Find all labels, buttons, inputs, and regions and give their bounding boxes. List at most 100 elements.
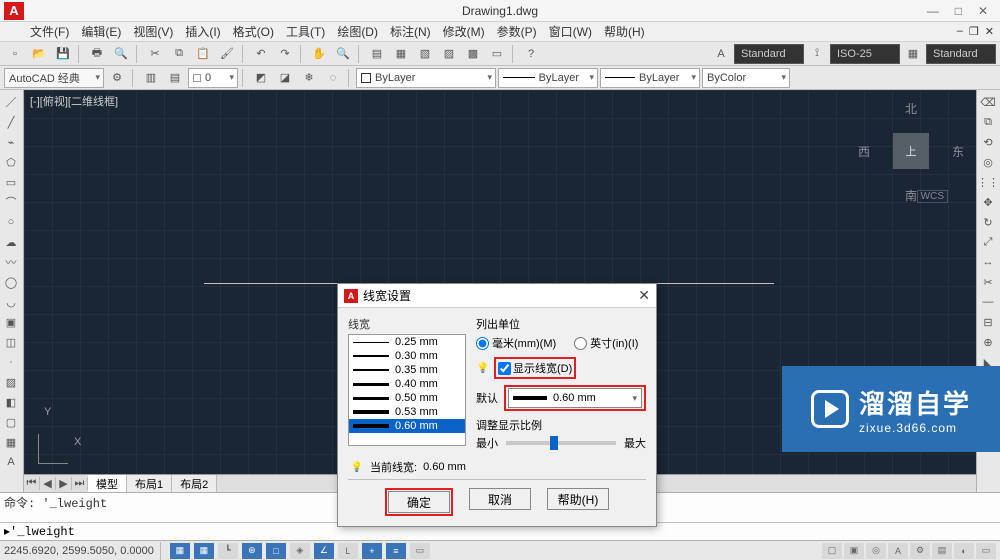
markup-icon[interactable]: ▩: [462, 44, 484, 64]
print-icon[interactable]: 🖶: [86, 44, 108, 64]
mirror-icon[interactable]: ⟲: [977, 132, 999, 152]
color-select[interactable]: ByLayer: [356, 68, 496, 88]
cut-icon[interactable]: ✂: [144, 44, 166, 64]
child-restore-icon[interactable]: ❐: [969, 25, 979, 38]
lineweight-item[interactable]: 0.35 mm: [349, 363, 465, 377]
layer-freeze-icon[interactable]: ❄: [298, 68, 320, 88]
show-lineweight-checkbox[interactable]: [498, 362, 511, 375]
toolpalette-icon[interactable]: ▧: [414, 44, 436, 64]
redo-icon[interactable]: ↷: [274, 44, 296, 64]
tab-layout2[interactable]: 布局2: [172, 475, 217, 492]
arc-icon[interactable]: ⌒: [0, 192, 22, 212]
annoscale-toggle[interactable]: A: [888, 543, 908, 559]
lineweight-item[interactable]: 0.40 mm: [349, 377, 465, 391]
clean-toggle[interactable]: ▭: [976, 543, 996, 559]
menu-help[interactable]: 帮助(H): [604, 23, 645, 40]
properties-icon[interactable]: ▤: [366, 44, 388, 64]
tab-next-icon[interactable]: ▶: [56, 477, 72, 490]
snap-toggle[interactable]: ▦: [170, 543, 190, 559]
lineweight-item[interactable]: 0.25 mm: [349, 335, 465, 349]
designcenter-icon[interactable]: ▦: [390, 44, 412, 64]
copy-tool-icon[interactable]: ⧉: [977, 112, 999, 132]
viewcube[interactable]: 北 南 西 东 上: [866, 106, 956, 196]
radio-mm-input[interactable]: [476, 337, 489, 350]
dialog-titlebar[interactable]: A 线宽设置 ✕: [338, 284, 656, 308]
osnap-toggle[interactable]: □: [266, 543, 286, 559]
extend-icon[interactable]: —: [977, 292, 999, 312]
menu-insert[interactable]: 插入(I): [185, 23, 220, 40]
preview-icon[interactable]: 🔍: [110, 44, 132, 64]
menu-format[interactable]: 格式(O): [233, 23, 274, 40]
layer-uniso-icon[interactable]: ◪: [274, 68, 296, 88]
pan-icon[interactable]: ✋: [308, 44, 330, 64]
mtext-icon[interactable]: A: [0, 452, 22, 472]
stretch-icon[interactable]: ↔: [977, 252, 999, 272]
spline-icon[interactable]: 〰: [0, 252, 22, 272]
lineweight-listbox[interactable]: 0.25 mm0.30 mm0.35 mm0.40 mm0.50 mm0.53 …: [348, 334, 466, 446]
menu-parametric[interactable]: 参数(P): [497, 23, 537, 40]
tab-first-icon[interactable]: ⏮: [24, 477, 40, 490]
maximize-icon[interactable]: □: [955, 4, 962, 18]
radio-inch[interactable]: 英寸(in)(I): [574, 335, 638, 351]
paste-icon[interactable]: 📋: [192, 44, 214, 64]
otrack-toggle[interactable]: ∠: [314, 543, 334, 559]
join-icon[interactable]: ⊕: [977, 332, 999, 352]
linetype-select[interactable]: ByLayer: [498, 68, 598, 88]
viewcube-east[interactable]: 东: [952, 143, 964, 160]
viewcube-top[interactable]: 上: [893, 133, 929, 169]
lwt-toggle[interactable]: ≡: [386, 543, 406, 559]
close-icon[interactable]: ✕: [978, 4, 988, 18]
layer-off-icon[interactable]: ◌: [322, 68, 344, 88]
quickcalc-icon[interactable]: ▭: [486, 44, 508, 64]
array-icon[interactable]: ⋮⋮: [977, 172, 999, 192]
viewcube-west[interactable]: 西: [858, 143, 870, 160]
sheetset-icon[interactable]: ▨: [438, 44, 460, 64]
model-toggle[interactable]: ▢: [822, 543, 842, 559]
tablestyle-select[interactable]: Standard: [926, 44, 996, 64]
copy-icon[interactable]: ⧉: [168, 44, 190, 64]
menu-view[interactable]: 视图(V): [133, 23, 173, 40]
help-icon[interactable]: ?: [520, 44, 542, 64]
lineweight-item[interactable]: 0.53 mm: [349, 405, 465, 419]
isolate-toggle[interactable]: ◐: [954, 543, 974, 559]
revcloud-icon[interactable]: ☁: [0, 232, 22, 252]
menu-edit[interactable]: 编辑(E): [81, 23, 121, 40]
ellipsearc-icon[interactable]: ◡: [0, 292, 22, 312]
polar-toggle[interactable]: ⊛: [242, 543, 262, 559]
tab-model[interactable]: 模型: [88, 475, 127, 492]
lineweight-item[interactable]: 0.60 mm: [349, 419, 465, 433]
scale-icon[interactable]: ⤢: [977, 232, 999, 252]
child-close-icon[interactable]: ✕: [985, 25, 994, 38]
layer-quick-select[interactable]: 0: [188, 68, 238, 88]
radio-inch-input[interactable]: [574, 337, 587, 350]
region-icon[interactable]: ▢: [0, 412, 22, 432]
workspace-gear-icon[interactable]: ⚙: [106, 68, 128, 88]
ortho-toggle[interactable]: ┗: [218, 543, 238, 559]
layer-states-icon[interactable]: ▤: [164, 68, 186, 88]
pline-icon[interactable]: ⌁: [0, 132, 22, 152]
wsswitch-toggle[interactable]: ⚙: [910, 543, 930, 559]
dimstyle-select[interactable]: ISO-25: [830, 44, 900, 64]
layer-iso-icon[interactable]: ◩: [250, 68, 272, 88]
open-icon[interactable]: 📂: [28, 44, 50, 64]
grid-toggle[interactable]: ▦: [194, 543, 214, 559]
menu-tools[interactable]: 工具(T): [286, 23, 325, 40]
help-button[interactable]: 帮助(H): [547, 488, 609, 510]
radio-mm[interactable]: 毫米(mm)(M): [476, 335, 556, 351]
xline-icon[interactable]: ╱: [0, 112, 22, 132]
workspace-select[interactable]: AutoCAD 经典: [4, 68, 104, 88]
menu-draw[interactable]: 绘图(D): [337, 23, 378, 40]
trim-icon[interactable]: ✂: [977, 272, 999, 292]
textstyle-icon[interactable]: A: [710, 44, 732, 64]
dialog-close-icon[interactable]: ✕: [638, 287, 650, 304]
plotstyle-select[interactable]: ByColor: [702, 68, 790, 88]
layer-props-icon[interactable]: ▥: [140, 68, 162, 88]
viewport-label[interactable]: [-][俯视][二维线框]: [30, 93, 118, 109]
textstyle-select[interactable]: Standard: [734, 44, 804, 64]
tab-layout1[interactable]: 布局1: [127, 475, 172, 492]
child-min-icon[interactable]: –: [957, 25, 963, 38]
viewcube-south[interactable]: 南: [905, 187, 917, 204]
menu-window[interactable]: 窗口(W): [549, 23, 592, 40]
new-icon[interactable]: ▫: [4, 44, 26, 64]
match-icon[interactable]: 🖌: [216, 44, 238, 64]
